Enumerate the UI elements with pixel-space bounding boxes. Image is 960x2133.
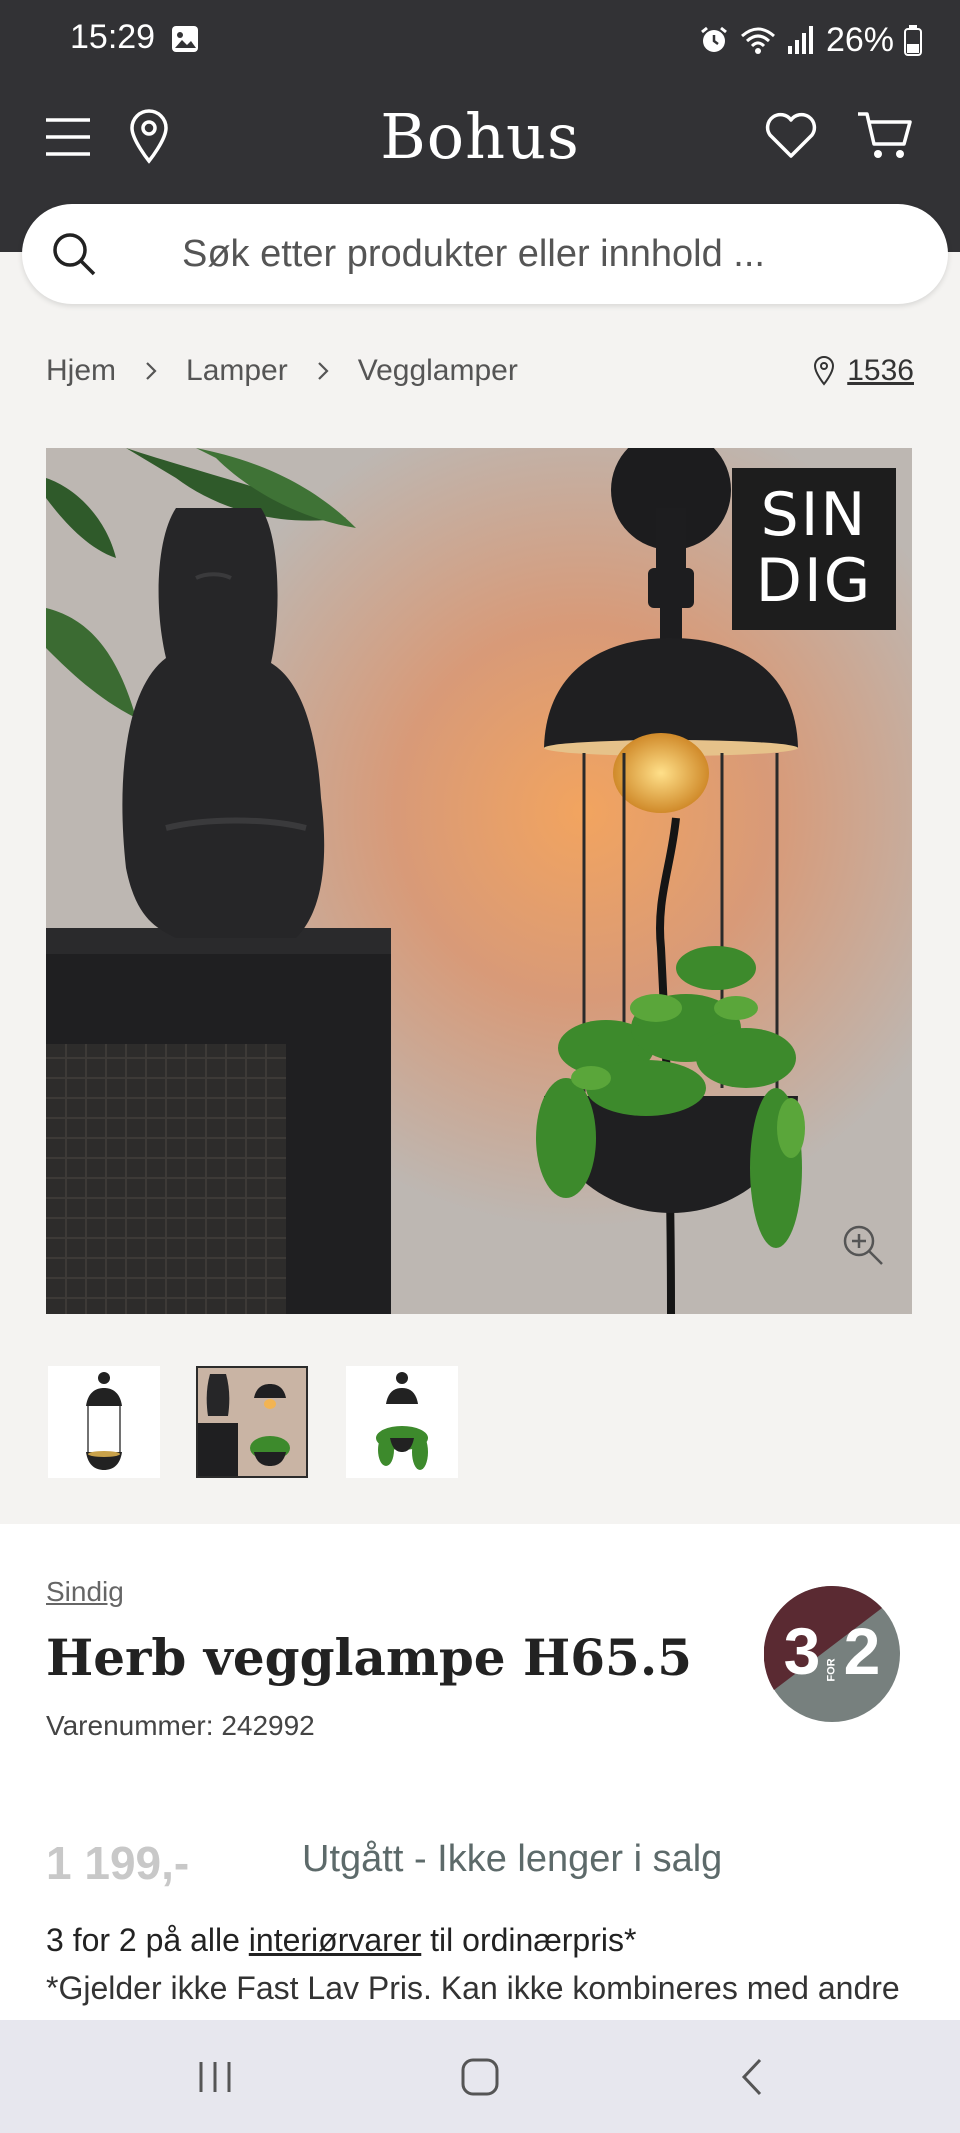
signal-icon	[787, 26, 813, 54]
breadcrumb-home[interactable]: Hjem	[46, 354, 116, 388]
battery-icon	[904, 25, 922, 56]
offer-category-link[interactable]: interiørvarer	[249, 1922, 421, 1958]
product-main-image[interactable]: SIN DIG	[46, 448, 912, 1314]
brand-link[interactable]: Sindig	[46, 1576, 124, 1608]
brand-badge-line-1: SIN	[760, 480, 868, 550]
wishlist-heart-icon[interactable]	[764, 112, 818, 160]
store-id[interactable]: 1536	[847, 354, 914, 388]
thumbnail-lamp-image	[48, 1366, 160, 1478]
home-icon[interactable]	[455, 2052, 505, 2102]
system-navigation-bar	[0, 2020, 960, 2133]
chevron-right-icon	[317, 362, 329, 380]
product-title: Herb vegglampe H65.5	[46, 1628, 693, 1687]
product-sku: Varenummer: 242992	[46, 1710, 315, 1741]
cart-icon[interactable]	[856, 110, 914, 162]
thumbnail-2[interactable]	[196, 1366, 308, 1478]
recent-apps-icon[interactable]	[190, 2052, 240, 2102]
wifi-icon	[740, 27, 775, 54]
promo-badge-for: FOR	[825, 1658, 838, 1682]
location-pin-icon	[814, 356, 835, 386]
brand-badge-line-2: DIG	[755, 546, 873, 616]
status-bar: 15:29 26%	[0, 0, 960, 80]
thumbnail-plant-image	[346, 1366, 458, 1478]
status-time: 15:29	[70, 18, 156, 56]
thumbnail-room-image	[198, 1368, 306, 1476]
breadcrumb: Hjem Lamper Vegglamper	[46, 354, 518, 388]
breadcrumb-lamper[interactable]: Lamper	[186, 354, 288, 388]
gallery-notification-icon	[172, 26, 198, 52]
search-bar[interactable]	[22, 204, 948, 304]
offer-suffix: til ordinærpris*	[421, 1922, 637, 1958]
thumbnail-3[interactable]	[346, 1366, 458, 1478]
offer-prefix: 3 for 2 på alle	[46, 1922, 249, 1958]
search-icon[interactable]	[50, 230, 98, 278]
alarm-icon	[701, 26, 727, 52]
chevron-right-icon	[146, 362, 157, 380]
status-indicators: 26%	[698, 18, 922, 62]
zoom-in-icon[interactable]	[840, 1222, 886, 1268]
thumbnail-1[interactable]	[48, 1366, 160, 1478]
product-price: 1 199,-	[46, 1837, 190, 1889]
breadcrumb-vegglamper[interactable]: Vegglamper	[358, 354, 518, 388]
store-selector[interactable]: 1536	[813, 354, 914, 388]
product-info-panel: Sindig Herb vegglampe H65.5 Varenummer: …	[0, 1524, 960, 2020]
availability-status: Utgått - Ikke lenger i salg	[302, 1838, 723, 1880]
offer-text: 3 for 2 på alle interiørvarer til ordinæ…	[46, 1922, 636, 1959]
offer-disclaimer: *Gjelder ikke Fast Lav Pris. Kan ikke ko…	[46, 1970, 900, 2006]
back-icon[interactable]	[728, 2052, 778, 2102]
search-input[interactable]	[182, 228, 882, 280]
battery-percent: 26%	[825, 20, 894, 59]
promo-3-for-2-badge: 3 FOR2	[763, 1585, 900, 1722]
sindig-brand-badge: SIN DIG	[732, 468, 896, 630]
